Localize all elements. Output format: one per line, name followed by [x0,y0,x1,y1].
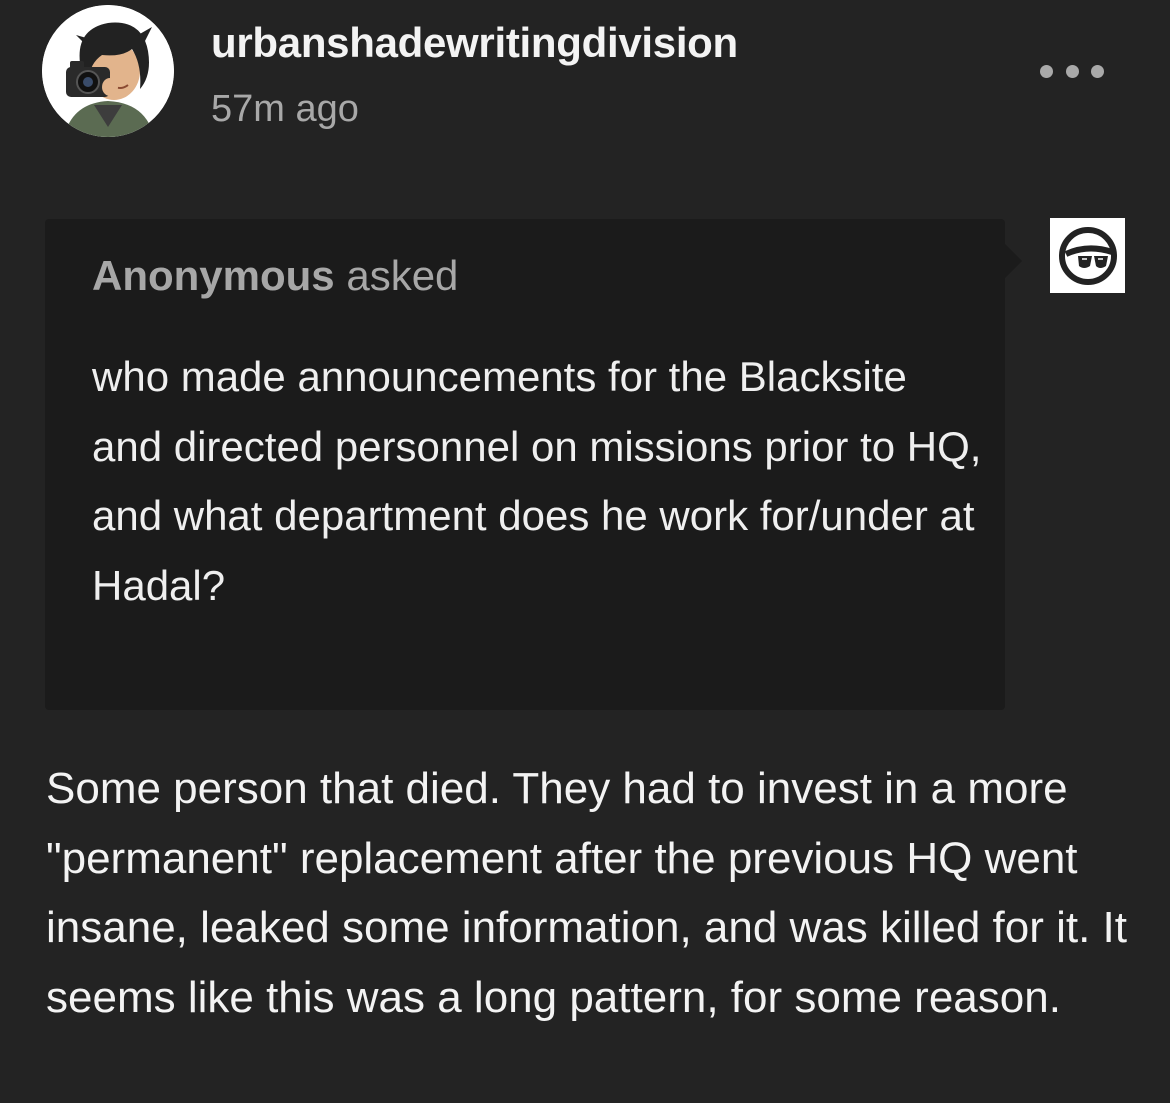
asked-label: asked [346,252,459,299]
ask-box-pointer [1005,244,1022,278]
photographer-avatar-icon [42,5,174,137]
blog-avatar[interactable] [42,5,174,137]
anonymous-sunglasses-icon [1058,226,1117,285]
post-container: urbanshadewritingdivision 57m ago Anonym… [0,0,1170,1103]
more-options-button[interactable] [1040,60,1104,82]
ask-question: who made announcements for the Blacksite… [92,353,982,609]
asker-name: Anonymous [92,252,335,299]
more-dot [1065,64,1079,78]
asker-line: Anonymous asked [92,250,458,302]
more-dot [1091,64,1104,78]
post-timestamp: 57m ago [211,88,359,130]
blog-username[interactable]: urbanshadewritingdivision [211,17,738,69]
anonymous-avatar [1050,218,1125,293]
more-horizontal-icon [1040,64,1053,78]
answer-text: Some person that died. They had to inves… [46,764,1127,1022]
